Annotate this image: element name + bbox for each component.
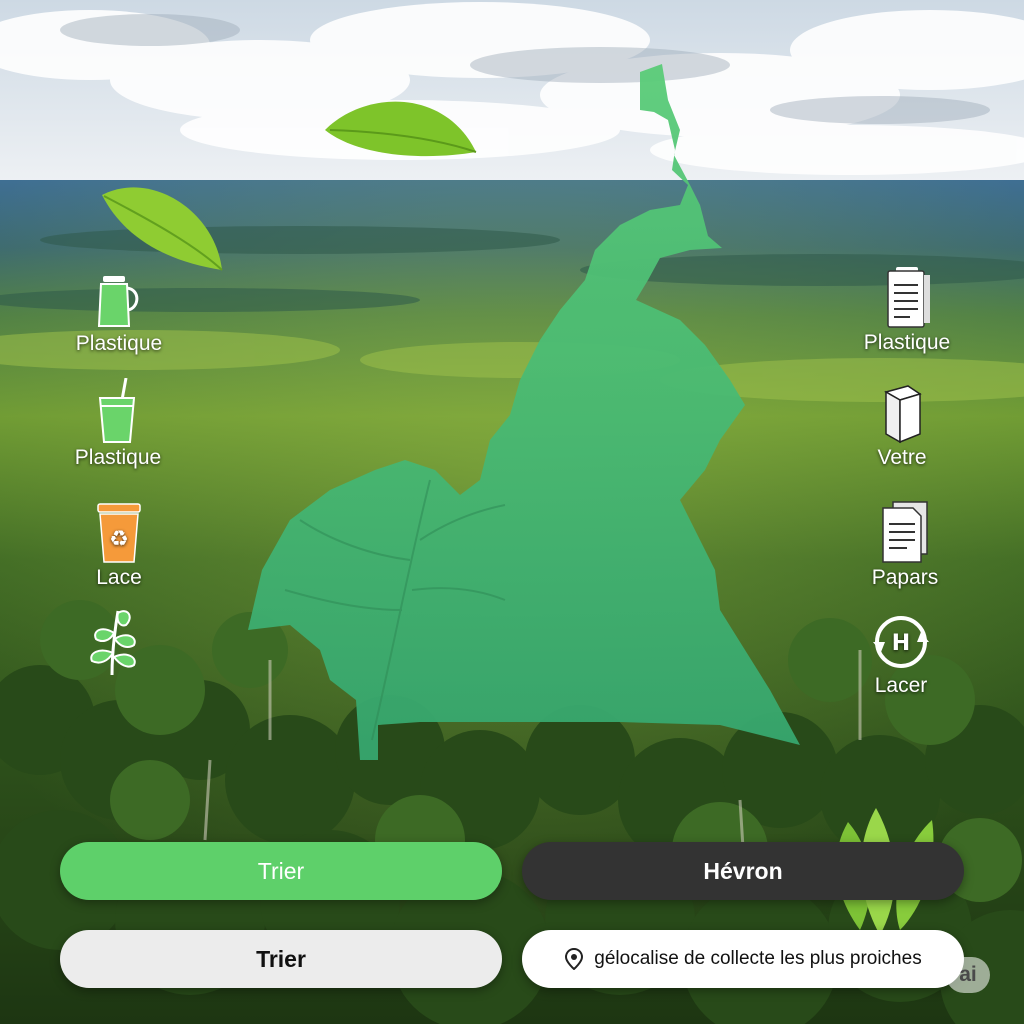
svg-text:H: H (892, 631, 910, 656)
paper-stack-icon (882, 501, 928, 563)
plastic-jug-icon (97, 276, 139, 327)
glass-box-icon (884, 385, 922, 444)
right-category-paper-stack[interactable]: Papars (845, 500, 965, 590)
category-label: Plastique (74, 446, 162, 469)
category-label: Vetre (877, 446, 927, 469)
sort-primary-button[interactable]: Trier (60, 842, 502, 900)
recycle-arrows-icon: H (873, 616, 929, 668)
location-pin-icon (565, 948, 584, 970)
left-category-recycle[interactable]: ♻ Lace (59, 500, 179, 590)
category-label: Plastique (863, 331, 951, 354)
svg-text:♻: ♻ (109, 527, 129, 552)
right-category-glass[interactable]: Vetre (842, 382, 962, 470)
sort-secondary-button[interactable]: Trier (60, 930, 502, 988)
category-label: Papars (871, 566, 939, 589)
right-category-paper-document[interactable]: Plastique (847, 265, 967, 355)
paper-document-icon (887, 267, 930, 328)
category-label: Plastique (75, 332, 163, 355)
plant-sprig-icon (90, 610, 136, 676)
locate-collection-point-button[interactable]: gélocalise de collecte les plus proiches (522, 930, 964, 988)
recycle-bin-icon: ♻ (97, 503, 141, 563)
right-category-recycle[interactable]: H Lacer (841, 612, 961, 698)
category-label: Lacer (874, 674, 928, 697)
left-category-plant[interactable] (53, 605, 173, 679)
left-category-plastic-jug[interactable]: Plastique (59, 268, 179, 356)
hevron-button[interactable]: Hévron (522, 842, 964, 900)
category-label: Lace (96, 566, 142, 589)
ai-watermark: ai (946, 957, 990, 993)
locate-button-label: gélocalise de collecte les plus proiches (594, 948, 922, 969)
left-category-plastic-cup[interactable]: Plastique (58, 378, 178, 470)
plastic-cup-straw-icon (98, 378, 136, 443)
